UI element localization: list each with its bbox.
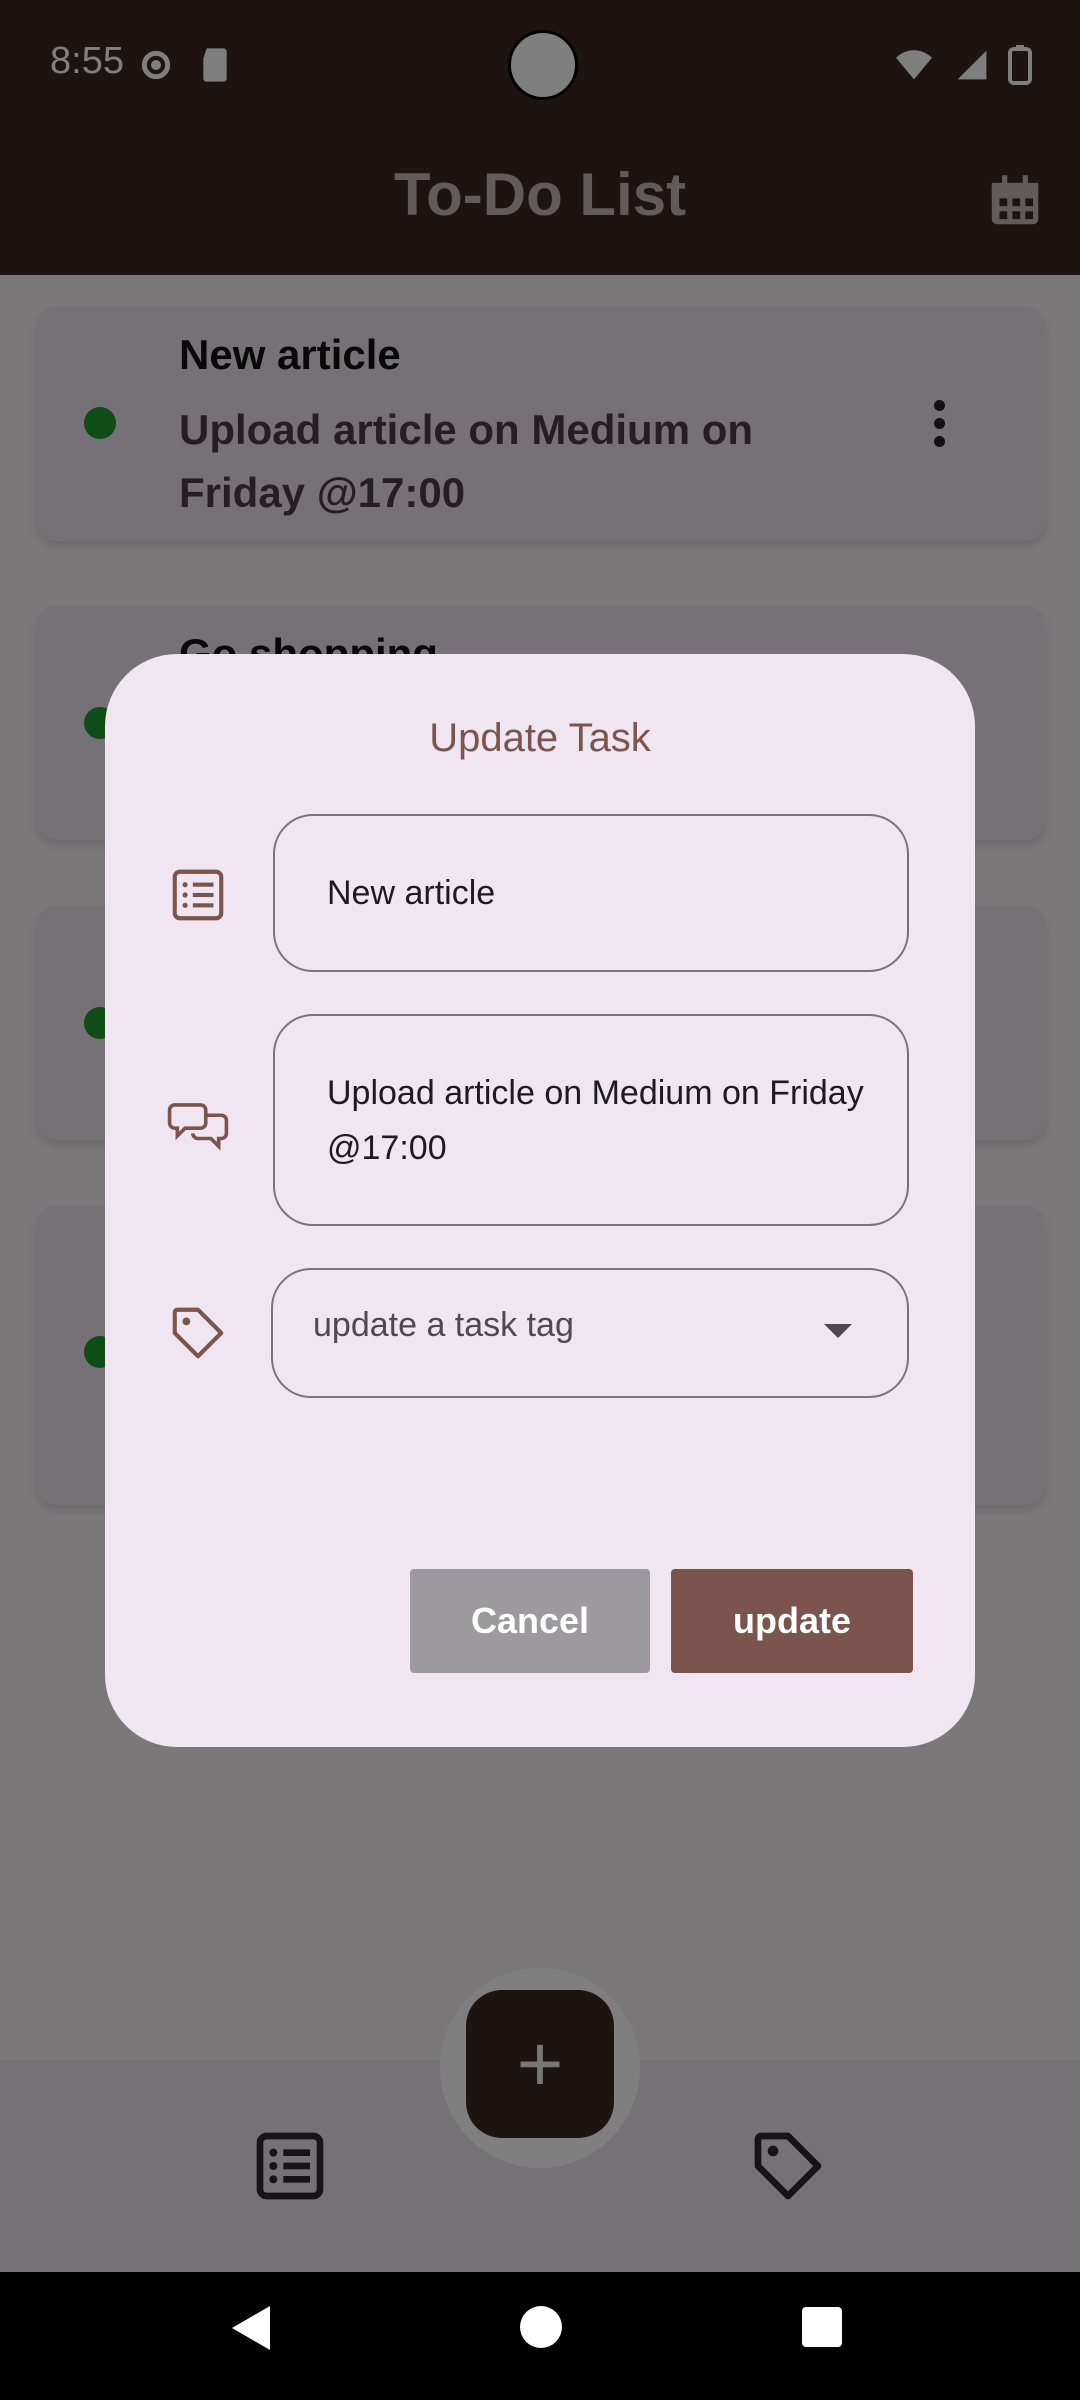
comments-icon (167, 1103, 229, 1151)
dialog-title: Update Task (429, 716, 651, 760)
recents-icon[interactable] (802, 2307, 842, 2347)
list-icon (172, 869, 224, 921)
chevron-down-icon (824, 1324, 852, 1338)
title-field[interactable]: New article (273, 814, 909, 972)
title-field-value: New article (327, 874, 496, 912)
system-nav-bar (0, 2272, 1080, 2400)
tag-dropdown-placeholder: update a task tag (313, 1306, 574, 1344)
cancel-button[interactable]: Cancel (410, 1569, 650, 1673)
description-field[interactable]: Upload article on Medium on Friday @17:0… (273, 1014, 909, 1226)
tag-dropdown[interactable]: update a task tag (271, 1268, 909, 1398)
tag-icon (172, 1307, 224, 1359)
home-icon[interactable] (520, 2306, 562, 2348)
update-button[interactable]: update (671, 1569, 913, 1673)
back-icon[interactable] (232, 2306, 270, 2350)
description-field-value: Upload article on Medium on Friday @17:0… (327, 1074, 864, 1167)
update-task-dialog: Update Task New article Upload article o… (105, 654, 975, 1747)
